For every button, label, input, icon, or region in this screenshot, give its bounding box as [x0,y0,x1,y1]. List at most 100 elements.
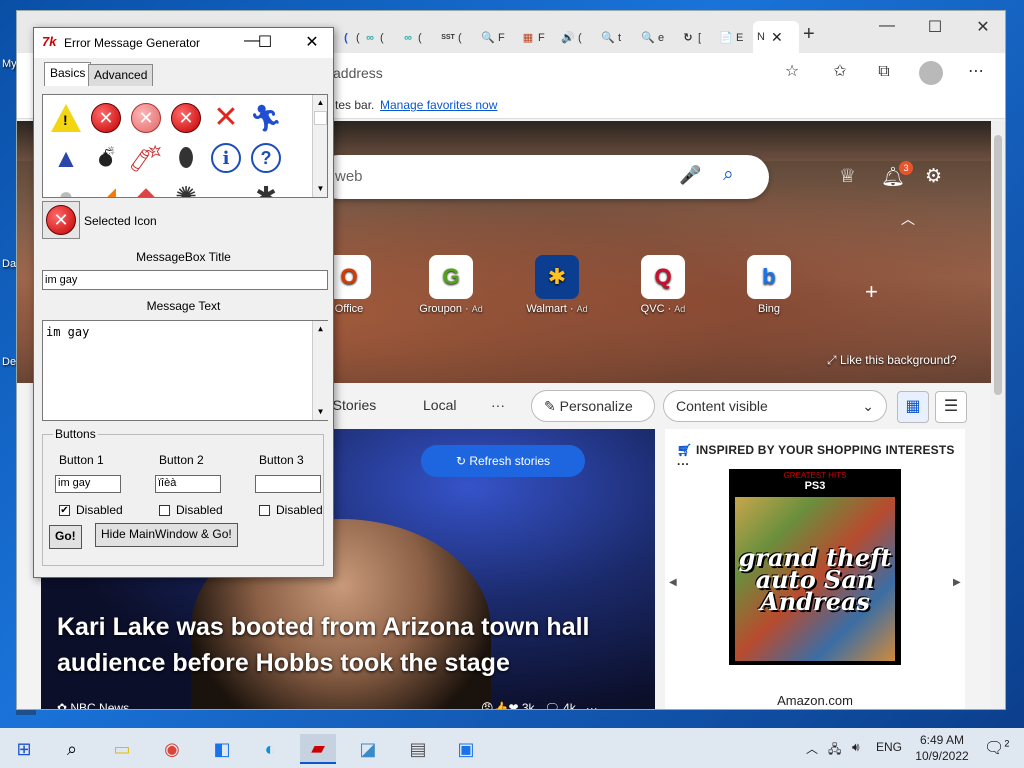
tab[interactable]: 🔊( [561,27,597,49]
refresh-stories-button[interactable]: ↻ Refresh stories [421,445,585,477]
app-icon[interactable]: ◧ [204,734,240,764]
product-image[interactable]: GREATEST HITS PS3 grand theft auto San An… [729,469,901,665]
error-faded-icon[interactable]: ✕ [129,101,163,135]
bomb-icon[interactable]: 💣︎ [89,141,123,175]
search-icon[interactable]: ⌕ [723,164,734,186]
message-text-input[interactable]: im gay ▲ ▼ [42,320,328,421]
button3-input[interactable] [255,475,321,493]
maximize-button[interactable]: ☐ [915,17,955,37]
folder-icon[interactable]: ▬ [209,179,243,198]
tab-local[interactable]: Local [423,397,456,413]
button2-input[interactable]: ïîèà [155,475,221,493]
scroll-down-icon[interactable]: ▼ [313,404,328,419]
dynamite-icon[interactable]: 🧨︎ [129,141,163,175]
tab[interactable]: 🔍 F [481,27,517,49]
info-icon[interactable]: i [209,141,243,175]
triangle-logo-icon[interactable]: ▲ [49,141,83,175]
hide-mainwindow-go-button[interactable]: Hide MainWindow & Go! [95,523,238,547]
grid-view-button[interactable]: ▦ [897,391,929,423]
msgbox-title-input[interactable]: im gay [42,270,328,290]
error-icon[interactable]: ✕ [169,101,203,135]
clock[interactable]: 6:49 AM 10/9/2022 [910,732,974,764]
add-quicklink-icon[interactable]: + [865,279,878,305]
chrome-icon[interactable]: ◉ [154,734,190,764]
error-icon[interactable]: ✕ [89,101,123,135]
tab[interactable]: ↻[ [681,27,717,49]
button1-input[interactable]: im gay [55,475,121,493]
carousel-next-button[interactable]: ▶ [953,577,961,588]
minimize-button[interactable]: — [867,17,907,35]
tab[interactable]: 🔍 e [641,27,677,49]
favorites-icon[interactable]: ✩ [829,61,851,83]
maximize-button[interactable]: ☐ [253,32,277,52]
close-window-button[interactable]: ✕ [963,17,1003,37]
scroll-down-icon[interactable]: ▼ [313,181,327,196]
tab[interactable]: ∞( [363,27,399,49]
tab[interactable]: 🔍 t [601,27,637,49]
warning-icon[interactable]: ! [49,101,83,135]
big-x-icon[interactable]: ✕ [209,101,243,135]
store-name[interactable]: Amazon.com [665,693,965,708]
icon-picker[interactable]: ! ✕ ✕ ✕ ✕ 🏃︎ ▲ 💣︎ 🧨︎ ⬮ i ? ● ◢ ◆ ✺ ▬ ✱ ▲… [42,94,328,198]
tab-basics[interactable]: Basics [44,62,92,86]
search-icon[interactable]: ⌕ [54,734,90,764]
scroll-up-icon[interactable]: ▲ [313,95,327,110]
microphone-icon[interactable]: 🎤 [679,165,701,186]
gear-icon[interactable]: ⚙ [925,165,942,188]
button3-disabled-checkbox[interactable]: Disabled [259,503,323,517]
carousel-prev-button[interactable]: ◀ [669,577,677,588]
checkbox-checked[interactable]: ✔ [59,504,70,516]
go-button[interactable]: Go! [49,525,82,549]
tab[interactable]: ∞( [401,27,437,49]
content-visible-dropdown[interactable]: Content visible ⌄ [663,390,887,422]
web-search-box[interactable]: web 🎤 ⌕ [317,155,769,199]
network-icon[interactable]: ✱ [249,179,283,198]
tab-advanced[interactable]: Advanced [88,64,154,86]
tool-icon[interactable]: ◆ [129,179,163,198]
close-button[interactable]: ✕ [300,32,324,52]
scroll-up-icon[interactable]: ▲ [313,321,328,336]
quicklink-walmart[interactable]: ✱ Walmart · Ad [515,255,599,315]
app-icon[interactable]: ▣ [448,734,484,764]
question-icon[interactable]: ? [249,141,283,175]
button1-disabled-checkbox[interactable]: ✔ Disabled [59,503,123,517]
quicklink-qvc[interactable]: Q QVC · Ad [621,255,705,315]
close-icon[interactable]: ✕ [771,29,783,46]
manage-favorites-link[interactable]: Manage favorites now [380,98,497,112]
story-headline[interactable]: Kari Lake was booted from Arizona town h… [57,609,647,681]
app-icon[interactable]: ▤ [400,734,436,764]
icon-picker-scrollbar[interactable]: ▲ ▼ [312,95,327,197]
flame-icon[interactable]: ◢ [89,179,123,198]
new-tab-button[interactable]: + [803,23,815,46]
gear-cluster-icon[interactable]: ✺ [169,179,203,198]
network-icon[interactable]: 🖧︎ [828,740,841,761]
volume-icon[interactable]: 🔊︎ [852,740,860,755]
like-background-link[interactable]: ⤢ Like this background? [827,353,957,368]
language-indicator[interactable]: ENG [876,740,902,754]
quicklink-groupon[interactable]: G Groupon · Ad [409,255,493,315]
dialog-titlebar[interactable]: 7k Error Message Generator — ☐ ✕ [34,28,333,58]
file-explorer-icon[interactable]: ▭ [104,734,140,764]
button2-disabled-checkbox[interactable]: Disabled [159,503,223,517]
grenade-icon[interactable]: ⬮ [169,141,203,175]
profile-avatar[interactable] [919,61,943,85]
edge-icon[interactable]: ◐ [252,734,288,764]
list-view-button[interactable]: ☰ [935,391,967,423]
tab[interactable]: SST( [441,27,477,49]
tab[interactable]: 📄 E [719,27,755,49]
quicklink-bing[interactable]: b Bing [727,255,811,315]
tray-chevron-icon[interactable]: ︿ [806,740,818,757]
personalize-button[interactable]: ✎ Personalize [531,390,655,422]
page-scrollbar[interactable] [991,121,1005,709]
tab[interactable]: ▦ F [521,27,557,49]
error-generator-taskbar-icon[interactable]: ▰ [300,734,336,764]
add-favorite-icon[interactable]: ☆ [781,61,803,83]
chevron-up-icon[interactable]: ︿ [901,209,915,229]
shopping-card[interactable]: 🛒︎ INSPIRED BY YOUR SHOPPING INTERESTS ·… [665,429,965,709]
active-tab[interactable]: N ✕ [753,21,799,53]
sphere-icon[interactable]: ● [49,179,83,198]
running-man-icon[interactable]: 🏃︎ [249,101,283,135]
message-text-scrollbar[interactable]: ▲ ▼ [312,321,328,420]
app-icon[interactable]: ◪ [350,734,386,764]
notification-center-icon[interactable]: 🗨︎2 [984,738,1009,758]
